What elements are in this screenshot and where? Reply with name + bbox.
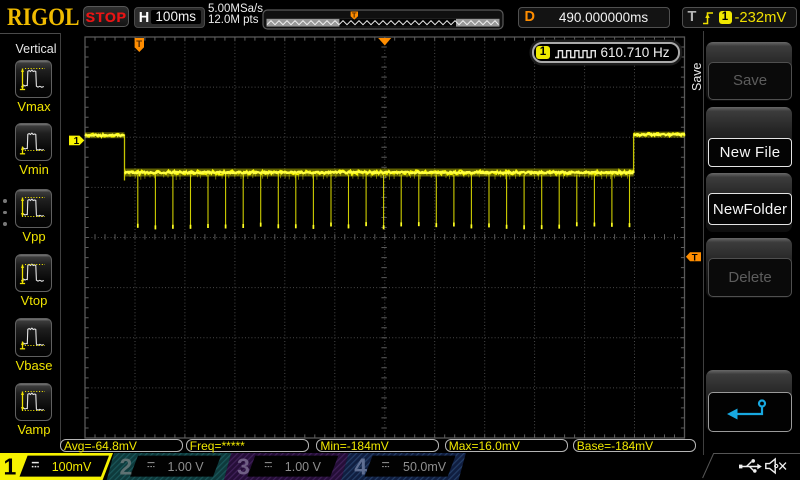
- svg-text:1: 1: [74, 136, 80, 147]
- svg-text:1.00 V: 1.00 V: [168, 460, 205, 474]
- svg-text:2: 2: [120, 454, 133, 480]
- svg-text:1: 1: [4, 454, 17, 480]
- svg-text:1.00 V: 1.00 V: [285, 460, 322, 474]
- svg-text:4: 4: [354, 454, 367, 480]
- svg-text:T: T: [136, 39, 142, 50]
- svg-text:100mV: 100mV: [52, 460, 92, 474]
- svg-text:3: 3: [237, 454, 250, 480]
- svg-text:T: T: [692, 252, 698, 263]
- svg-text:T: T: [352, 11, 357, 20]
- svg-text:50.0mV: 50.0mV: [403, 460, 447, 474]
